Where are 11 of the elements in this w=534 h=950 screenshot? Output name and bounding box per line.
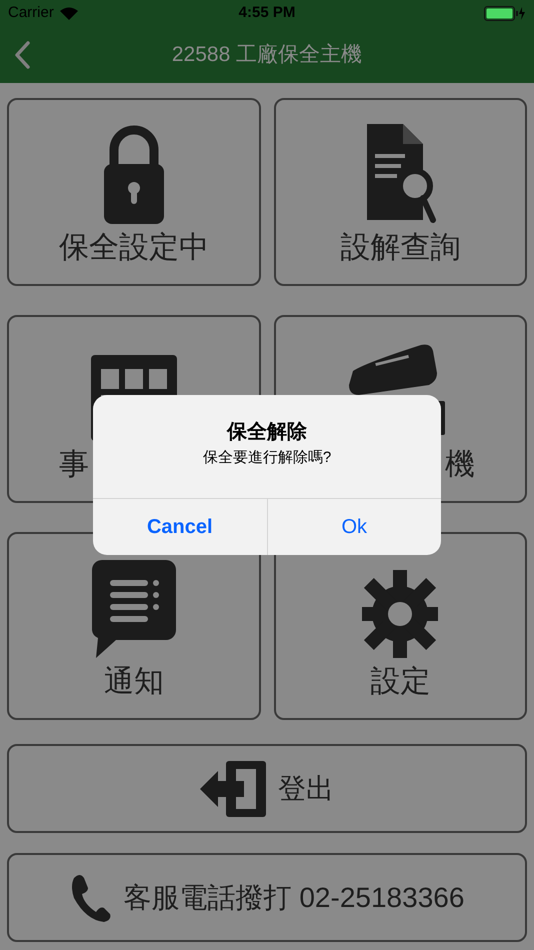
alert-message: 保全要進行解除嗎?: [202, 448, 332, 468]
alert-title: 保全解除: [227, 420, 307, 445]
tile-label: 設定: [370, 664, 430, 700]
tile-label: 事: [59, 447, 89, 483]
nav-title: 22588 工廠保全主機: [172, 42, 362, 68]
tile-label: 機: [445, 447, 475, 483]
tile-label: 通知: [104, 664, 164, 700]
tile-label: 保全設定中: [58, 230, 209, 266]
status-time: 4:55 PM: [238, 3, 296, 24]
tile-label: 設解查詢: [340, 230, 460, 266]
carrier-name: Carrier: [8, 3, 54, 24]
